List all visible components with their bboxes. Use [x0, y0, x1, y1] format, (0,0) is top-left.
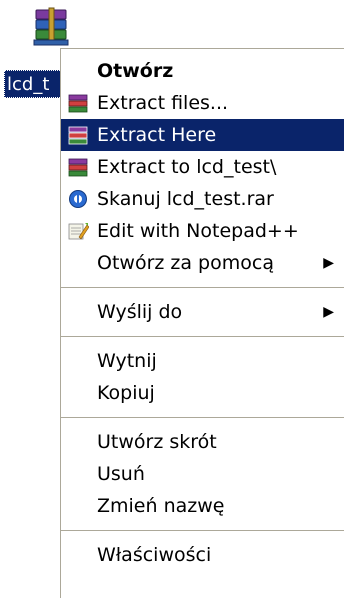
menu-separator: [61, 336, 344, 337]
menu-separator: [61, 417, 344, 418]
menu-item-extract-to[interactable]: Extract to lcd_test\: [61, 151, 344, 183]
winrar-books-icon: [68, 158, 88, 177]
menu-item-label: Skanuj lcd_test.rar: [97, 188, 274, 210]
menu-separator: [61, 530, 344, 531]
context-menu: Otwórz Extract files... Extract Here Ext…: [60, 48, 344, 598]
menu-item-extract-files[interactable]: Extract files...: [61, 87, 344, 119]
submenu-arrow-icon: ▶: [323, 304, 334, 320]
menu-item-create-shortcut[interactable]: Utwórz skrót: [61, 426, 344, 458]
menu-item-label: Właściwości: [97, 544, 212, 566]
antivirus-scan-icon: [69, 190, 87, 208]
menu-item-label: Wyślij do: [97, 301, 183, 323]
winrar-archive-icon: [33, 7, 69, 46]
desktop-file-label: lcd_t: [4, 70, 62, 98]
menu-item-open[interactable]: Otwórz: [61, 55, 344, 87]
desktop: lcd_t Otwórz Extract files... Extract He…: [0, 0, 344, 598]
notepad-plus-plus-icon: [68, 223, 89, 240]
menu-item-label: Extract Here: [97, 124, 217, 146]
menu-item-label: Usuń: [97, 463, 145, 485]
menu-item-label: Edit with Notepad++: [97, 220, 299, 242]
menu-item-rename[interactable]: Zmień nazwę: [61, 490, 344, 522]
menu-item-delete[interactable]: Usuń: [61, 458, 344, 490]
menu-item-cut[interactable]: Wytnij: [61, 345, 344, 377]
winrar-books-icon: [68, 126, 88, 145]
menu-item-label: Kopiuj: [97, 382, 155, 404]
desktop-file-lcd-test[interactable]: lcd_t: [0, 0, 69, 110]
menu-item-label: Zmień nazwę: [97, 495, 225, 517]
menu-item-scan[interactable]: Skanuj lcd_test.rar: [61, 183, 344, 215]
menu-item-send-to[interactable]: Wyślij do ▶: [61, 296, 344, 328]
menu-item-edit-notepad[interactable]: Edit with Notepad++: [61, 215, 344, 247]
menu-item-properties[interactable]: Właściwości: [61, 539, 344, 571]
menu-item-label: Wytnij: [97, 350, 157, 372]
menu-item-label: Otwórz: [97, 60, 174, 82]
menu-item-label: Otwórz za pomocą: [97, 252, 274, 274]
menu-item-copy[interactable]: Kopiuj: [61, 377, 344, 409]
menu-item-label: Extract to lcd_test\: [97, 156, 277, 178]
menu-item-label: Utwórz skrót: [97, 431, 217, 453]
menu-separator: [61, 287, 344, 288]
menu-item-open-with[interactable]: Otwórz za pomocą ▶: [61, 247, 344, 279]
menu-item-label: Extract files...: [97, 92, 229, 114]
submenu-arrow-icon: ▶: [323, 255, 334, 271]
menu-item-extract-here[interactable]: Extract Here: [61, 119, 344, 151]
winrar-books-icon: [68, 94, 88, 113]
